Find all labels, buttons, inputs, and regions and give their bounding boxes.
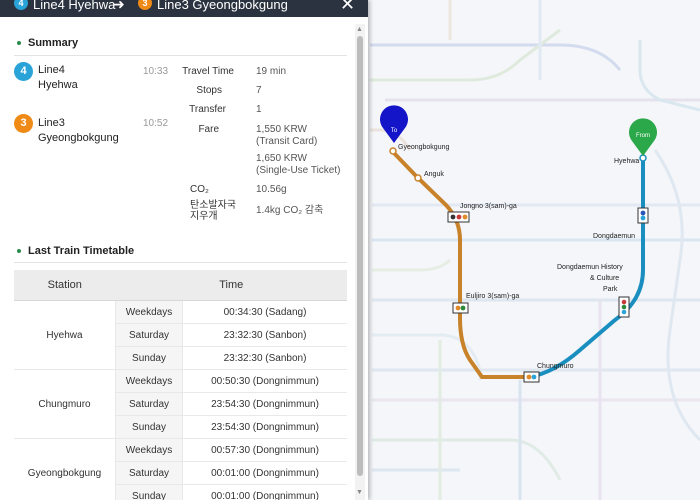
time-cell: 00:01:00 (Dongnimmun) [182, 484, 347, 500]
map-label-gyeongbokgung: Gyeongbokgung [398, 144, 449, 151]
scroll-up-arrow-icon[interactable]: ▲ [356, 26, 363, 33]
map-label-anguk: Anguk [424, 171, 444, 178]
transfer-node-ddp[interactable] [618, 296, 630, 318]
transfer-node-jongno3[interactable] [447, 211, 470, 223]
arrow-right-icon: ➜ [113, 0, 125, 12]
timetable-heading: Last Train Timetable [17, 245, 134, 257]
time-cell: 23:54:30 (Dongnimmun) [182, 392, 347, 416]
transfer-node-chungmuro[interactable] [523, 371, 540, 383]
station-cell: Gyeongbokgung [14, 438, 116, 500]
day-cell: Saturday [115, 461, 183, 485]
transfer-node-euljiro3[interactable] [452, 302, 469, 314]
table-row: Hyehwa Weekdays 00:34:30 (Sadang) [14, 300, 347, 370]
stat-label-stops: Stops [196, 85, 222, 96]
last-train-table: Station Time Hyehwa Weekdays 00:34:30 (S… [14, 270, 347, 500]
stat-label-transfer: Transfer [189, 104, 226, 115]
scroll-down-arrow-icon[interactable]: ▼ [356, 489, 363, 496]
leg-2-time: 10:52 [143, 118, 169, 129]
bullet-icon [17, 249, 21, 254]
map-label-ddp-line2: & Culture [590, 275, 619, 282]
day-cell: Saturday [115, 323, 183, 347]
route-panel: 4 Line4 Hyehwa ➜ 3 Line3 Gyeongbokgung ✕… [0, 0, 368, 500]
scrollbar-thumb[interactable] [357, 36, 363, 476]
map-label-ddp-line3: Park [603, 286, 618, 293]
time-cell: 23:32:30 (Sanbon) [182, 346, 347, 370]
map-label-ddp-line1: Dongdaemun History [557, 264, 623, 271]
close-icon[interactable]: ✕ [340, 0, 355, 14]
map-label-hyehwa: Hyehwa [614, 158, 639, 165]
time-cell: 23:54:30 (Dongnimmun) [182, 415, 347, 439]
time-cell: 00:50:30 (Dongnimmun) [182, 369, 347, 393]
map-label-dongdaemun: Dongdaemun [593, 233, 635, 240]
day-cell: Weekdays [115, 300, 183, 324]
map-label-chungmuro: Chungmuro [537, 363, 574, 370]
stat-label-co2: CO₂ [190, 184, 209, 195]
leg-2-name: Line3 Gyeongbokgung [38, 117, 119, 144]
leg-1-line-badge-icon: 4 [14, 62, 33, 81]
stat-value-co2: 10.56g [256, 184, 287, 195]
header-from: Line4 Hyehwa [33, 0, 116, 12]
map-label-jongno3: Jongno 3(sam)-ga [460, 203, 517, 210]
time-cell: 23:32:30 (Sanbon) [182, 323, 347, 347]
table-row: Gyeongbokgung Weekdays 00:57:30 (Dongnim… [14, 438, 347, 500]
station-node-anguk[interactable] [414, 174, 422, 182]
summary-heading: Summary [17, 37, 78, 49]
station-cell: Chungmuro [14, 369, 116, 439]
divider [14, 262, 347, 263]
stat-label-fare: Fare [198, 124, 219, 135]
line3-badge-icon: 3 [138, 0, 152, 10]
day-cell: Saturday [115, 392, 183, 416]
line4-badge-icon: 4 [14, 0, 28, 10]
time-cell: 00:01:00 (Dongnimmun) [182, 461, 347, 485]
route-header: 4 Line4 Hyehwa ➜ 3 Line3 Gyeongbokgung ✕ [0, 0, 368, 17]
transfer-node-dongdaemun[interactable] [637, 207, 649, 224]
divider [14, 55, 347, 56]
pin-to-label: To [391, 128, 398, 134]
time-cell: 00:57:30 (Dongnimmun) [182, 438, 347, 462]
header-to: Line3 Gyeongbokgung [157, 0, 288, 12]
time-cell: 00:34:30 (Sadang) [182, 300, 347, 324]
stat-value-fare-ticket: 1,650 KRW (Single-Use Ticket) [256, 153, 341, 176]
table-header-row: Station Time [14, 270, 347, 301]
leg-2-line-badge-icon: 3 [14, 114, 33, 133]
map-label-euljiro3: Euljiro 3(sam)-ga [466, 293, 519, 300]
stat-value-transfer: 1 [256, 104, 262, 115]
stat-value-travel-time: 19 min [256, 66, 287, 77]
stat-label-travel-time: Travel Time [182, 66, 234, 77]
table-row: Chungmuro Weekdays 00:50:30 (Dongnimmun) [14, 369, 347, 439]
station-cell: Hyehwa [14, 300, 116, 370]
day-cell: Sunday [115, 484, 183, 500]
stat-value-carbon-eraser: 1.4kg CO₂ 감축 [256, 205, 324, 216]
leg-1-time: 10:33 [143, 66, 169, 77]
bullet-icon [17, 41, 21, 46]
pin-from-label: From [636, 133, 650, 139]
leg-1-name: Line4 Hyehwa [38, 64, 78, 91]
stat-label-carbon-eraser: 탄소발자국 지우개 [190, 200, 236, 222]
day-cell: Sunday [115, 415, 183, 439]
stat-value-stops: 7 [256, 85, 262, 96]
column-header-time: Time [115, 270, 347, 301]
day-cell: Weekdays [115, 438, 183, 462]
column-header-station: Station [14, 270, 116, 301]
stat-value-fare-card: 1,550 KRW (Transit Card) [256, 124, 318, 147]
day-cell: Weekdays [115, 369, 183, 393]
station-node-gyeongbokgung[interactable] [389, 147, 397, 155]
day-cell: Sunday [115, 346, 183, 370]
